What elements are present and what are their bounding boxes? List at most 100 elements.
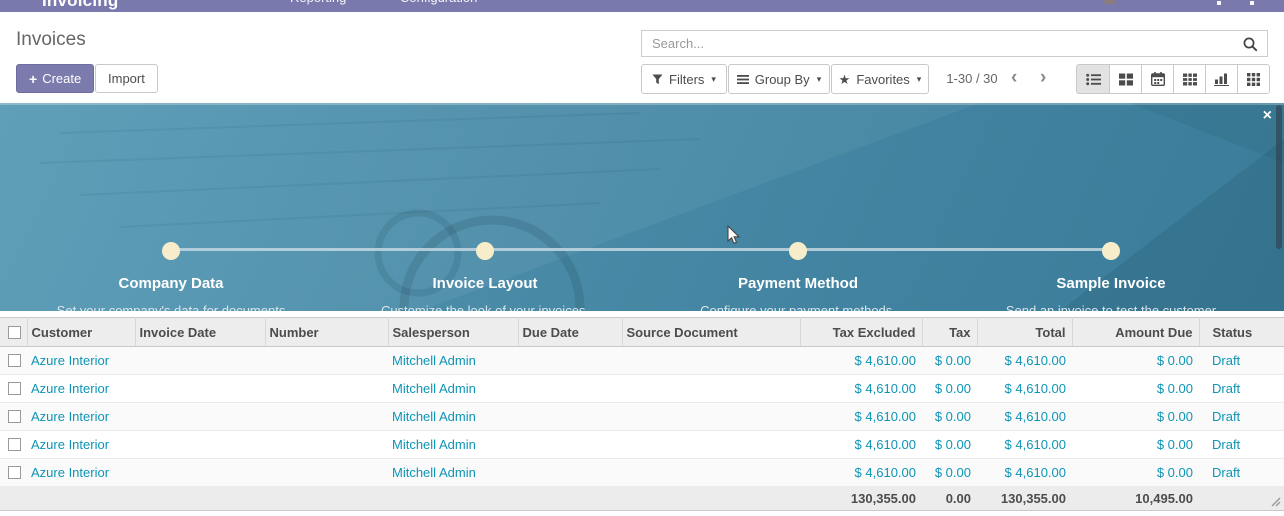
cell-number [265,403,388,431]
step-payment-method: Payment Method Configure your payment me… [668,275,928,311]
col-invoice-date[interactable]: Invoice Date [135,318,265,347]
cell-tax-excluded: $ 4,610.00 [800,375,922,403]
cell-tax-excluded: $ 4,610.00 [800,403,922,431]
cell-amount-due: $ 0.00 [1072,347,1199,375]
calendar-view-icon[interactable] [1141,65,1173,93]
row-checkbox[interactable] [8,382,21,395]
close-icon[interactable]: × [1263,108,1272,124]
cell-status: Draft [1199,375,1284,403]
invoicing-page: Invoicing Reporting Configuration Invoic… [0,0,1284,516]
page-title: Invoices [16,29,86,51]
cell-salesperson: Mitchell Admin [388,431,518,459]
col-tax[interactable]: Tax [922,318,977,347]
app-name[interactable]: Invoicing [42,0,118,11]
caret-down-icon: ▾ [817,74,822,85]
pager-next-icon[interactable]: › [1040,65,1046,91]
bars-icon [737,74,749,85]
cell-total: $ 4,610.00 [977,347,1072,375]
plus-icon: + [29,71,37,87]
cell-source-document [622,431,800,459]
top-menu-reporting[interactable]: Reporting [290,0,346,5]
step-dot-invoice-layout [476,242,494,260]
cell-source-document [622,459,800,487]
kanban-view-icon[interactable] [1109,65,1141,93]
col-number[interactable]: Number [265,318,388,347]
cell-customer: Azure Interior [27,459,135,487]
pager-previous-icon[interactable]: ‹ [1011,65,1017,91]
step-description: Configure your payment methods. [682,301,914,311]
cell-status: Draft [1199,347,1284,375]
cell-salesperson: Mitchell Admin [388,403,518,431]
cell-tax: $ 0.00 [922,347,977,375]
activity-view-icon[interactable] [1237,65,1269,93]
row-checkbox[interactable] [8,354,21,367]
cell-amount-due: $ 0.00 [1072,431,1199,459]
step-progress-line [171,248,1111,251]
invoices-list: Customer Invoice Date Number Salesperson… [0,311,1284,511]
step-dot-sample-invoice [1102,242,1120,260]
step-invoice-layout: Invoice Layout Customize the look of you… [355,275,615,311]
activities-icon[interactable] [1250,1,1254,5]
pager-range[interactable]: 1-30 / 30 [933,71,1011,86]
col-tax-excluded[interactable]: Tax Excluded [800,318,922,347]
col-customer[interactable]: Customer [27,318,135,347]
filters-dropdown[interactable]: Filters ▾ [641,64,727,94]
cell-amount-due: $ 0.00 [1072,375,1199,403]
cell-tax: $ 0.00 [922,375,977,403]
col-amount-due[interactable]: Amount Due [1072,318,1199,347]
invoice-row[interactable]: Azure Interior Mitchell Admin $ 4,610.00… [0,375,1284,403]
search-icon[interactable] [1242,36,1259,58]
cell-tax: $ 0.00 [922,431,977,459]
invoice-row[interactable]: Azure Interior Mitchell Admin $ 4,610.00… [0,459,1284,487]
top-menu-configuration[interactable]: Configuration [400,0,477,5]
cell-total: $ 4,610.00 [977,403,1072,431]
resize-handle-icon[interactable] [1270,496,1281,507]
import-button[interactable]: Import [95,64,158,93]
cell-invoice-date [135,403,265,431]
step-description: Set your company's data for documents he… [55,301,287,311]
cell-amount-due: $ 0.00 [1072,403,1199,431]
col-total[interactable]: Total [977,318,1072,347]
footer-tax-excluded: 130,355.00 [800,487,922,511]
caret-down-icon: ▾ [711,74,716,85]
invoice-row[interactable]: Azure Interior Mitchell Admin $ 4,610.00… [0,431,1284,459]
invoices-table: Customer Invoice Date Number Salesperson… [0,317,1284,511]
step-description: Send an invoice to test the customer por… [995,301,1227,311]
scrollbar-thumb[interactable] [1276,105,1282,249]
cell-invoice-date [135,347,265,375]
cell-customer: Azure Interior [27,403,135,431]
invoice-row[interactable]: Azure Interior Mitchell Admin $ 4,610.00… [0,403,1284,431]
step-dot-payment-method [789,242,807,260]
group-by-dropdown[interactable]: Group By ▾ [728,64,830,94]
footer-amount-due: 10,495.00 [1072,487,1199,511]
user-avatar[interactable] [1104,0,1115,4]
caret-down-icon: ▾ [917,74,922,85]
col-salesperson[interactable]: Salesperson [388,318,518,347]
row-checkbox[interactable] [8,410,21,423]
list-view-icon[interactable] [1077,65,1109,93]
cell-status: Draft [1199,459,1284,487]
top-app-bar: Invoicing Reporting Configuration [0,0,1284,12]
favorites-dropdown[interactable]: ★ Favorites ▾ [831,64,929,94]
cell-total: $ 4,610.00 [977,459,1072,487]
col-status[interactable]: Status [1199,318,1284,347]
cell-due-date [518,403,622,431]
col-due-date[interactable]: Due Date [518,318,622,347]
invoice-row[interactable]: Azure Interior Mitchell Admin $ 4,610.00… [0,347,1284,375]
row-checkbox[interactable] [8,438,21,451]
col-source-document[interactable]: Source Document [622,318,800,347]
row-checkbox[interactable] [8,466,21,479]
cell-tax: $ 0.00 [922,459,977,487]
pivot-view-icon[interactable] [1173,65,1205,93]
step-description: Customize the look of your invoices. [369,301,601,311]
cell-invoice-date [135,459,265,487]
search-input[interactable] [642,31,1267,56]
graph-view-icon[interactable] [1205,65,1237,93]
view-switcher [1076,64,1270,94]
cell-number [265,431,388,459]
create-button[interactable]: + Create [16,64,94,93]
select-all-checkbox[interactable] [8,326,21,339]
messages-icon[interactable] [1217,1,1221,5]
cell-source-document [622,347,800,375]
step-sample-invoice: Sample Invoice Send an invoice to test t… [981,275,1241,311]
